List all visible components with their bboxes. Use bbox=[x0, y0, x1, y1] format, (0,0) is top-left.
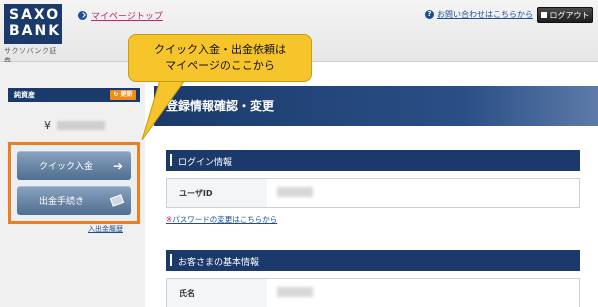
arrow-right-icon: ➔ bbox=[112, 158, 123, 173]
logout-button[interactable]: ログアウト bbox=[537, 7, 593, 23]
quick-deposit-label: クイック入金 bbox=[39, 162, 94, 172]
login-info-header: ログイン情報 bbox=[166, 150, 580, 171]
masked-name bbox=[277, 287, 313, 297]
arrow-circle-icon bbox=[78, 11, 87, 20]
contact-label: お問い合わせはこちらから bbox=[437, 10, 533, 19]
highlight-frame: クイック入金 ➔ 出金手続き bbox=[8, 142, 140, 224]
logo-line-1: SAXO bbox=[9, 7, 61, 23]
logo-box: SAXO BANK bbox=[4, 4, 62, 44]
user-id-row: ユーザID bbox=[166, 178, 580, 208]
mypage-top-link[interactable]: マイページトップ bbox=[78, 9, 163, 22]
history-label: 入出金履歴 bbox=[88, 225, 123, 233]
name-row: 氏名 bbox=[166, 278, 580, 307]
question-icon: ? bbox=[425, 10, 434, 19]
mypage-top-label: マイページトップ bbox=[91, 12, 163, 22]
main-content: 登録情報確認・変更 ログイン情報 ユーザID ※パスワードの変更はこちらから お… bbox=[154, 62, 598, 307]
callout-bubble: クイック入金・出金依頼は マイページのここから bbox=[128, 34, 312, 82]
card-icon bbox=[109, 194, 125, 207]
name-label: 氏名 bbox=[167, 279, 267, 307]
net-assets-label: 純資産 bbox=[14, 91, 35, 99]
logout-icon bbox=[540, 12, 547, 18]
contact-link[interactable]: ? お問い合わせはこちらから bbox=[425, 9, 533, 20]
masked-balance bbox=[57, 121, 105, 130]
password-change-link[interactable]: ※パスワードの変更はこちらから bbox=[166, 214, 277, 225]
callout-line-1: クイック入金・出金依頼は bbox=[154, 43, 286, 56]
withdraw-button[interactable]: 出金手続き bbox=[17, 186, 131, 215]
currency-symbol: ¥ bbox=[44, 119, 51, 132]
password-change-label: パスワードの変更はこちらから bbox=[172, 215, 278, 224]
customer-info-header: お客さまの基本情報 bbox=[166, 250, 580, 271]
user-id-label: ユーザID bbox=[167, 179, 267, 207]
withdraw-label: 出金手続き bbox=[39, 197, 85, 207]
saxo-bank-logo[interactable]: SAXO BANK サクソバンク証券 bbox=[4, 4, 64, 65]
callout-line-2: マイページのここから bbox=[165, 59, 275, 72]
sidebar: 純資産 ↻ 更新 ¥ クイック入金 ➔ 出金手続き 入出金履歴 bbox=[0, 62, 145, 307]
update-label: 更新 bbox=[120, 91, 133, 98]
masked-user-id bbox=[277, 187, 313, 197]
quick-deposit-button[interactable]: クイック入金 ➔ bbox=[17, 151, 131, 180]
update-button[interactable]: ↻ 更新 bbox=[110, 90, 136, 100]
page-title: 登録情報確認・変更 bbox=[154, 86, 598, 126]
logout-label: ログアウト bbox=[549, 10, 590, 20]
logo-line-2: BANK bbox=[9, 23, 62, 39]
deposit-history-link[interactable]: 入出金履歴 bbox=[88, 224, 123, 234]
net-assets-bar: 純資産 ↻ 更新 bbox=[8, 88, 140, 102]
refresh-icon: ↻ bbox=[113, 91, 119, 98]
net-assets-value: ¥ bbox=[44, 119, 105, 132]
